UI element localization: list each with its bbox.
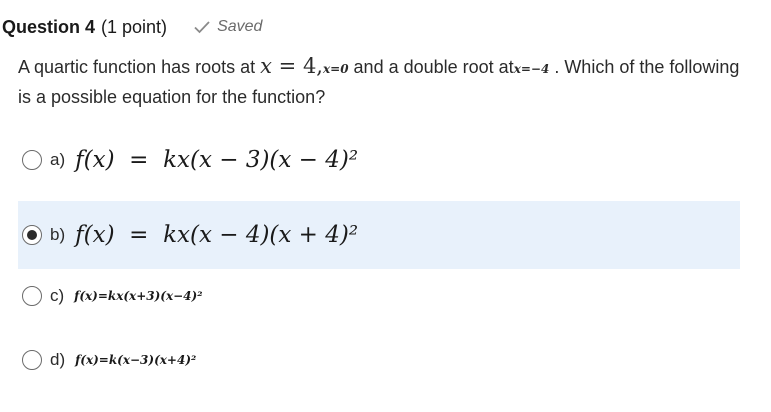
option-c-letter: c) xyxy=(50,286,65,305)
option-c-radio[interactable] xyxy=(22,286,42,306)
saved-label: Saved xyxy=(217,18,263,35)
question-text-mid: and a double root at xyxy=(348,57,514,77)
option-d-radio[interactable] xyxy=(22,350,42,370)
option-c[interactable]: c) f(x)=kx(x+3)(x−4)² xyxy=(18,262,740,330)
option-d[interactable]: d) f(x)=k(x−3)(x+4)² xyxy=(18,326,740,394)
option-b[interactable]: b) f(x) = kx(x − 4)(x + 4)² xyxy=(18,201,740,269)
question-text-before: A quartic function has roots at xyxy=(18,57,261,77)
option-a-letter: a) xyxy=(50,150,66,169)
option-d-equation: f(x)=k(x−3)(x+4)² xyxy=(75,353,197,367)
question-root-value: 4, xyxy=(302,54,323,78)
option-b-letter: b) xyxy=(50,225,66,244)
question-var-x: x xyxy=(260,54,272,78)
option-d-letter: d) xyxy=(50,350,66,369)
option-a-radio[interactable] xyxy=(22,150,42,170)
question-header: Question 4 (1 point) Saved xyxy=(2,12,262,42)
question-double-root: x=−4 xyxy=(513,62,550,76)
option-b-radio[interactable] xyxy=(22,225,42,245)
question-eq-sign: = xyxy=(271,54,303,78)
option-a[interactable]: a) f(x) = kx(x − 3)(x − 4)² xyxy=(18,126,740,194)
question-text: A quartic function has roots at x = 4,x=… xyxy=(18,52,748,111)
question-title: Question 4 xyxy=(2,16,96,37)
question-root-zero: x=0 xyxy=(322,62,349,76)
radio-selected-dot xyxy=(27,230,37,240)
option-b-equation: f(x) = kx(x − 4)(x + 4)² xyxy=(75,222,359,248)
check-icon xyxy=(194,21,210,34)
option-a-equation: f(x) = kx(x − 3)(x − 4)² xyxy=(75,147,359,173)
question-points: (1 point) xyxy=(101,16,168,37)
saved-status: Saved xyxy=(193,18,262,36)
option-c-equation: f(x)=kx(x+3)(x−4)² xyxy=(74,289,203,303)
